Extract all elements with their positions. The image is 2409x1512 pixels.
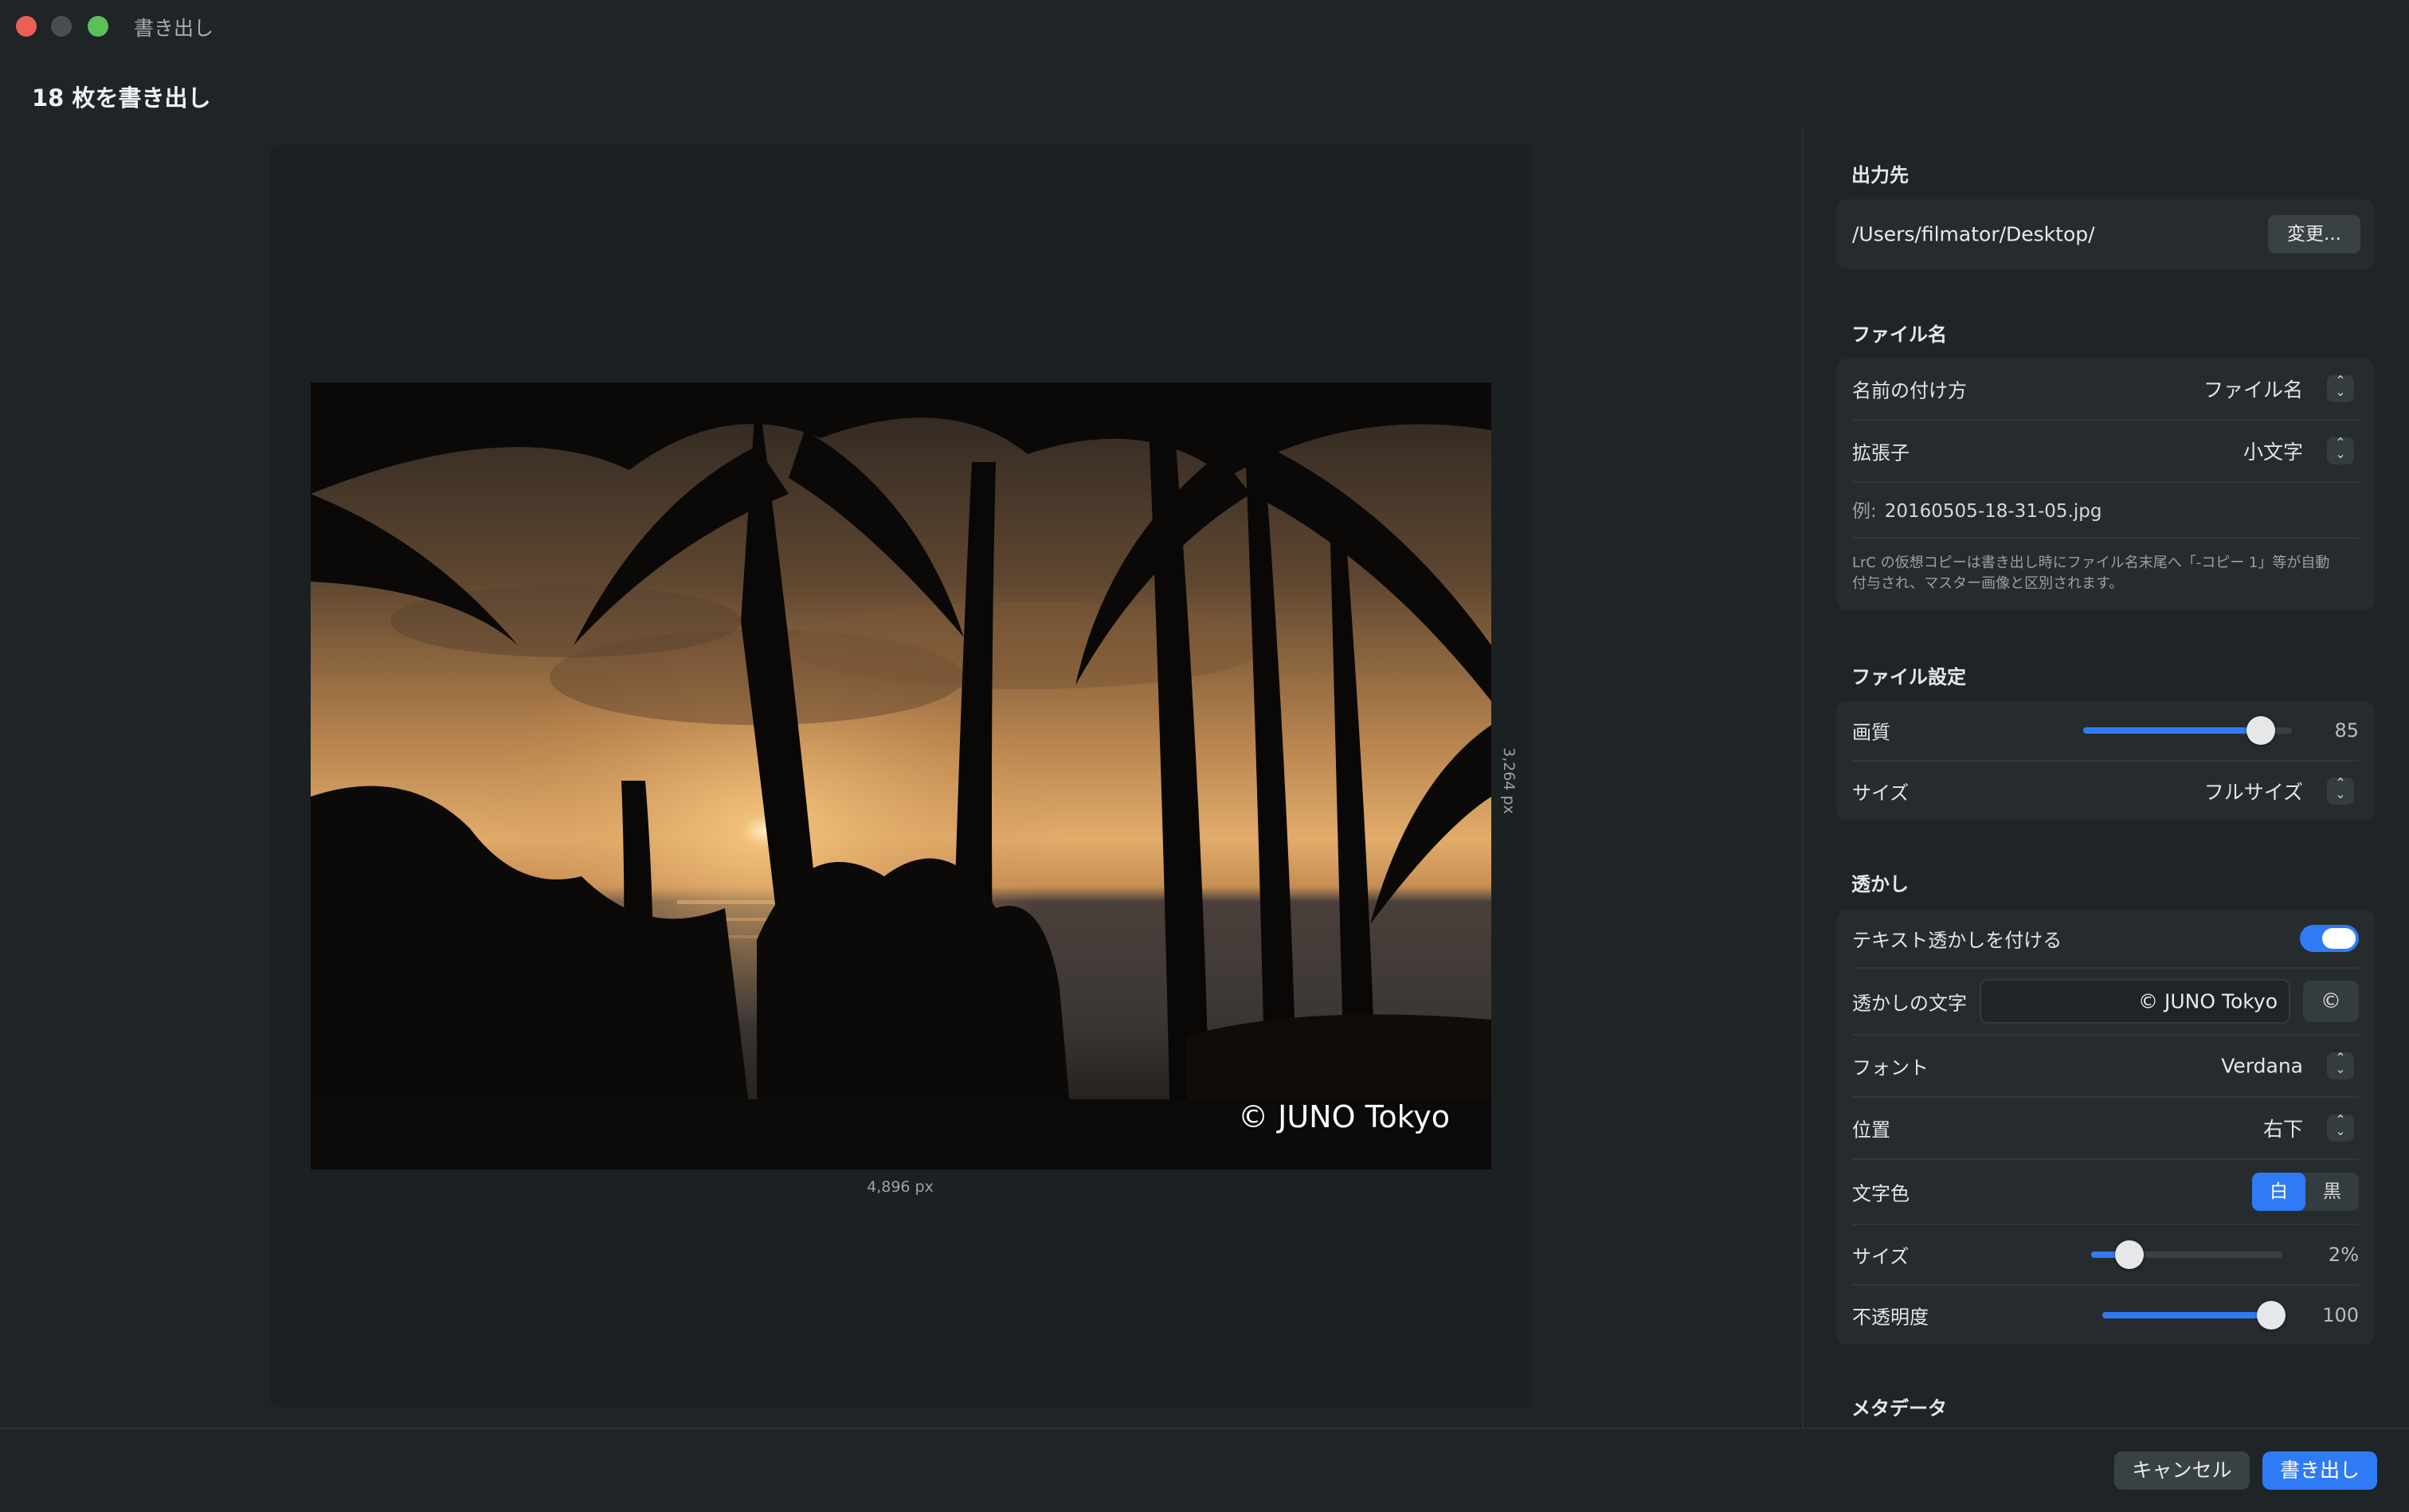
metadata-section-title: メタデータ bbox=[1851, 1397, 1947, 1420]
text-color-segmented-control: 白 黒 bbox=[2252, 1173, 2359, 1211]
extension-popup-chevron-icon[interactable]: ⌃ ⌄ bbox=[2327, 437, 2354, 464]
export-button[interactable]: 書き出し bbox=[2262, 1451, 2377, 1490]
size-label: サイズ bbox=[1852, 781, 1910, 805]
watermark-card: テキスト透かしを付ける 透かしの文字 © JUNO Tokyo © フォント V… bbox=[1836, 910, 2375, 1345]
position-label: 位置 bbox=[1852, 1118, 1890, 1142]
watermark-enable-row: テキスト透かしを付ける bbox=[1852, 910, 2359, 967]
divider bbox=[1852, 481, 2359, 483]
opacity-value: 100 bbox=[2322, 1304, 2359, 1326]
opacity-slider-thumb[interactable] bbox=[2257, 1301, 2286, 1330]
destination-section-title: 出力先 bbox=[1851, 164, 1909, 186]
pane-divider bbox=[1802, 127, 1804, 1428]
naming-row[interactable]: 名前の付け方 ファイル名 ⌃ ⌄ bbox=[1852, 358, 2359, 419]
font-value: Verdana bbox=[2221, 1054, 2303, 1078]
size-row[interactable]: サイズ フルサイズ ⌃ ⌄ bbox=[1852, 762, 2359, 821]
close-window-button[interactable] bbox=[16, 16, 37, 37]
file-settings-section-title: ファイル設定 bbox=[1851, 666, 1966, 688]
watermark-size-slider[interactable] bbox=[2091, 1240, 2282, 1269]
window-title: 書き出し bbox=[134, 17, 214, 40]
watermark-size-value: 2% bbox=[2328, 1244, 2359, 1266]
sunset-photo-image bbox=[311, 382, 1491, 1169]
example-prefix: 例: bbox=[1852, 501, 1877, 522]
naming-label: 名前の付け方 bbox=[1852, 379, 1967, 402]
text-color-black-option[interactable]: 黒 bbox=[2305, 1173, 2359, 1211]
position-row[interactable]: 位置 右下 ⌃ ⌄ bbox=[1852, 1098, 2359, 1158]
watermark-text-label: 透かしの文字 bbox=[1852, 992, 1967, 1015]
title-bar: 書き出し bbox=[0, 0, 2409, 51]
watermark-text-value: © JUNO Tokyo bbox=[2138, 989, 2278, 1013]
opacity-slider[interactable] bbox=[2102, 1301, 2286, 1330]
divider bbox=[1852, 537, 2359, 539]
text-color-row: 文字色 白 黒 bbox=[1852, 1160, 2359, 1224]
watermark-size-label: サイズ bbox=[1852, 1245, 1910, 1268]
preview-width-label: 4,896 px bbox=[867, 1178, 934, 1196]
naming-popup-chevron-icon[interactable]: ⌃ ⌄ bbox=[2327, 374, 2354, 402]
quality-slider[interactable] bbox=[2083, 716, 2292, 745]
example-value: 20160505-18-31-05.jpg bbox=[1884, 501, 2102, 522]
size-value: フルサイズ bbox=[2203, 781, 2303, 804]
preview-photo: © JUNO Tokyo bbox=[311, 382, 1491, 1169]
destination-path: /Users/filmator/Desktop/ bbox=[1852, 222, 2095, 246]
extension-label: 拡張子 bbox=[1852, 441, 1910, 464]
font-label: フォント bbox=[1852, 1056, 1929, 1079]
opacity-row: 不透明度 100 bbox=[1852, 1286, 2359, 1345]
zoom-window-button[interactable] bbox=[88, 16, 108, 37]
change-destination-button[interactable]: 変更... bbox=[2268, 215, 2360, 253]
quality-label: 画質 bbox=[1852, 721, 1890, 744]
quality-value: 85 bbox=[2334, 719, 2359, 742]
watermark-text-input[interactable]: © JUNO Tokyo bbox=[1980, 979, 2290, 1024]
text-color-label: 文字色 bbox=[1852, 1182, 1910, 1205]
filename-card: 名前の付け方 ファイル名 ⌃ ⌄ 拡張子 小文字 ⌃ ⌄ 例: 20160505-18… bbox=[1836, 358, 2375, 610]
opacity-label: 不透明度 bbox=[1852, 1306, 1929, 1329]
export-heading: 18 枚を書き出し bbox=[32, 84, 211, 112]
file-settings-card: 画質 85 サイズ フルサイズ ⌃ ⌄ bbox=[1836, 701, 2375, 821]
destination-card: /Users/filmator/Desktop/ 変更... bbox=[1836, 199, 2375, 269]
watermark-section-title: 透かし bbox=[1851, 873, 1909, 895]
export-window: 書き出し 18 枚を書き出し © JUNO Tokyo 4,896 px 3,2… bbox=[0, 0, 2409, 1512]
quality-slider-fill bbox=[2083, 727, 2261, 734]
naming-value: ファイル名 bbox=[2203, 378, 2303, 402]
virtual-copy-note: LrC の仮想コピーは書き出し時にファイル名末尾へ「-コピー 1」等が自動付与さ… bbox=[1852, 554, 2330, 592]
watermark-enable-label: テキスト透かしを付ける bbox=[1852, 929, 2062, 952]
extension-row[interactable]: 拡張子 小文字 ⌃ ⌄ bbox=[1852, 421, 2359, 481]
position-value: 右下 bbox=[2262, 1118, 2303, 1141]
text-color-white-option[interactable]: 白 bbox=[2252, 1173, 2305, 1211]
watermark-text-row: 透かしの文字 © JUNO Tokyo © bbox=[1852, 969, 2359, 1034]
footer-bar bbox=[0, 1428, 2409, 1512]
extension-value: 小文字 bbox=[2243, 441, 2303, 464]
watermark-size-slider-thumb[interactable] bbox=[2115, 1240, 2144, 1269]
minimize-window-button[interactable] bbox=[51, 16, 72, 37]
font-row[interactable]: フォント Verdana ⌃ ⌄ bbox=[1852, 1036, 2359, 1096]
insert-copyright-button[interactable]: © bbox=[2303, 981, 2359, 1022]
preview-watermark-text: © JUNO Tokyo bbox=[1238, 1099, 1450, 1134]
position-popup-chevron-icon[interactable]: ⌃ ⌄ bbox=[2327, 1114, 2354, 1142]
quality-row: 画質 85 bbox=[1852, 701, 2359, 760]
preview-height-label: 3,264 px bbox=[1500, 747, 1518, 814]
quality-slider-thumb[interactable] bbox=[2246, 716, 2275, 745]
opacity-slider-fill bbox=[2102, 1312, 2272, 1318]
watermark-size-row: サイズ 2% bbox=[1852, 1225, 2359, 1284]
watermark-toggle[interactable] bbox=[2300, 925, 2359, 952]
filename-example: 例: 20160505-18-31-05.jpg bbox=[1852, 496, 2102, 523]
cancel-button[interactable]: キャンセル bbox=[2114, 1451, 2250, 1490]
filename-section-title: ファイル名 bbox=[1851, 323, 1947, 346]
toggle-knob bbox=[2322, 928, 2356, 949]
size-popup-chevron-icon[interactable]: ⌃ ⌄ bbox=[2327, 777, 2354, 805]
font-popup-chevron-icon[interactable]: ⌃ ⌄ bbox=[2327, 1052, 2354, 1079]
